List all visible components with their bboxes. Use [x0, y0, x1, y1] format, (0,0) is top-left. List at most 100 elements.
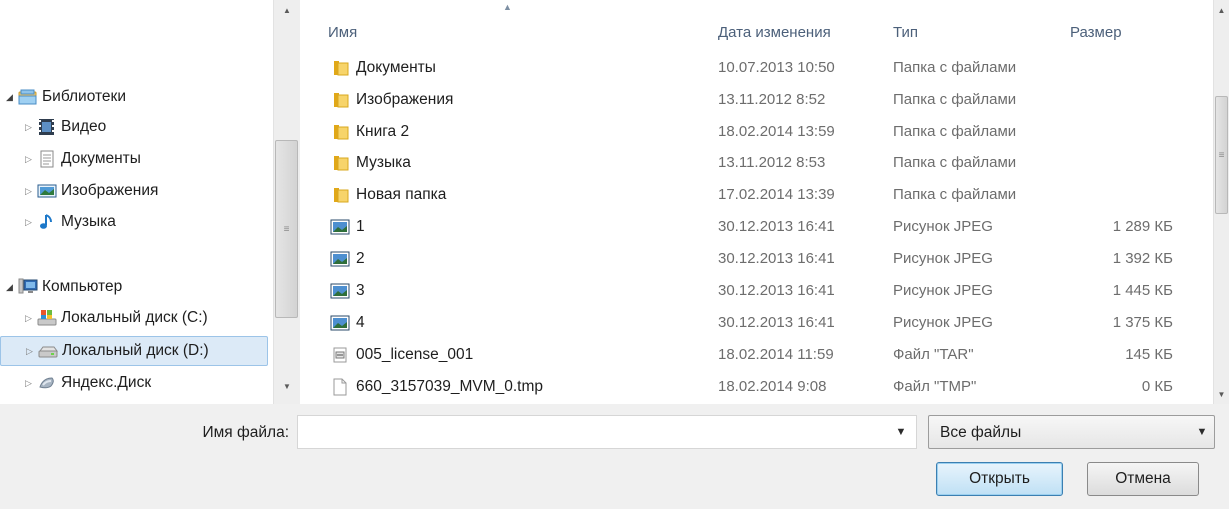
filename-input[interactable]	[302, 420, 882, 444]
file-row[interactable]: Новая папка 17.02.2014 13:39 Папка с файла…	[300, 179, 1213, 211]
file-date: 10.07.2013 10:50	[718, 59, 835, 76]
file-name: Изображения	[356, 91, 454, 108]
column-header-type[interactable]: Тип	[893, 24, 918, 41]
file-list: ▲ Имя Дата изменения Тип Размер Документ…	[300, 0, 1213, 404]
file-name-cell: Книга 2	[330, 123, 409, 141]
nav-item[interactable]: ◢ Компьютер	[3, 272, 122, 302]
file-name-cell: 1	[330, 218, 365, 236]
file-row[interactable]: 4 30.12.2013 16:41 Рисунок JPEG 1 375 КБ	[300, 307, 1213, 339]
filename-dropdown-arrow-icon[interactable]: ▼	[886, 416, 916, 448]
image-file-icon	[330, 218, 350, 236]
file-name: 4	[356, 314, 365, 331]
column-header-size[interactable]: Размер	[1070, 24, 1122, 41]
file-type-filter-select[interactable]: Все файлы ▼	[928, 415, 1215, 449]
file-type: Папка с файлами	[893, 154, 1017, 171]
navigation-pane: ◢ Библиотеки ▷ Видео ▷ Документы ▷ Изображения ▷…	[0, 0, 273, 404]
file-type: Папка с файлами	[893, 123, 1017, 140]
file-row[interactable]: Документы 10.07.2013 10:50 Папка с файлами	[300, 52, 1213, 84]
scroll-up-arrow-icon[interactable]: ▲	[274, 0, 300, 20]
file-name: 005_license_001	[356, 346, 474, 363]
file-size: 1 445 КБ	[1112, 282, 1173, 299]
file-row[interactable]: 3 30.12.2013 16:41 Рисунок JPEG 1 445 КБ	[300, 275, 1213, 307]
file-type-filter-value: Все файлы	[940, 424, 1022, 441]
system-drive-icon	[37, 309, 57, 327]
file-list-scrollbar-thumb[interactable]: ≡	[1215, 96, 1228, 214]
filter-dropdown-arrow-icon[interactable]: ▼	[1190, 416, 1214, 448]
folder-icon	[330, 123, 350, 141]
archive-file-icon	[330, 346, 350, 364]
navigation-scrollbar[interactable]: ▲ ≡ ▼	[273, 0, 300, 404]
nav-item-label: Музыка	[61, 213, 116, 230]
expanded-arrow-icon[interactable]: ◢	[3, 92, 16, 103]
nav-item[interactable]: ◢ Библиотеки	[3, 82, 126, 112]
collapsed-arrow-icon[interactable]: ▷	[22, 186, 35, 197]
file-type: Рисунок JPEG	[893, 282, 993, 299]
column-header-date[interactable]: Дата изменения	[718, 24, 831, 41]
filename-combobox[interactable]: ▼	[297, 415, 917, 449]
file-name-cell: 2	[330, 250, 365, 268]
file-row[interactable]: 2 30.12.2013 16:41 Рисунок JPEG 1 392 КБ	[300, 243, 1213, 275]
file-name-cell: 660_3157039_MVM_0.tmp	[330, 378, 543, 396]
file-name-cell: Изображения	[330, 91, 453, 109]
nav-item-label: Изображения	[61, 182, 159, 199]
open-button[interactable]: Открыть	[936, 462, 1063, 496]
file-date: 18.02.2014 11:59	[718, 346, 834, 363]
navigation-scrollbar-thumb[interactable]: ≡	[275, 140, 298, 318]
libraries-icon	[18, 88, 38, 106]
pictures-library-icon	[37, 182, 57, 200]
file-row[interactable]: 1 30.12.2013 16:41 Рисунок JPEG 1 289 КБ	[300, 211, 1213, 243]
file-date: 30.12.2013 16:41	[718, 218, 835, 235]
scroll-down-arrow-icon[interactable]: ▼	[1214, 384, 1229, 404]
collapsed-arrow-icon[interactable]: ▷	[22, 378, 35, 389]
file-type: Рисунок JPEG	[893, 314, 993, 331]
file-name: Книга 2	[356, 123, 410, 140]
expanded-arrow-icon[interactable]: ◢	[3, 282, 16, 293]
nav-item[interactable]: ▷ Документы	[22, 144, 141, 174]
image-file-icon	[330, 250, 350, 268]
file-date: 30.12.2013 16:41	[718, 250, 835, 267]
folder-icon	[330, 91, 350, 109]
file-size: 0 КБ	[1141, 378, 1173, 395]
computer-icon	[18, 278, 38, 296]
collapsed-arrow-icon[interactable]: ▷	[22, 122, 35, 133]
nav-item-label: Документы	[61, 150, 141, 167]
collapsed-arrow-icon[interactable]: ▷	[22, 313, 35, 324]
file-list-scrollbar[interactable]: ▲ ≡ ▼	[1213, 0, 1229, 404]
file-name: 2	[356, 250, 365, 267]
collapsed-arrow-icon[interactable]: ▷	[22, 154, 35, 165]
cancel-button[interactable]: Отмена	[1087, 462, 1199, 496]
drive-icon	[38, 342, 58, 360]
file-row[interactable]: 005_license_001 18.02.2014 11:59 Файл "TAR…	[300, 339, 1213, 371]
file-date: 17.02.2014 13:39	[718, 186, 835, 203]
collapsed-arrow-icon[interactable]: ▷	[23, 346, 36, 357]
video-library-icon	[37, 118, 57, 136]
file-type: Папка с файлами	[893, 91, 1017, 108]
file-date: 18.02.2014 9:08	[718, 378, 827, 395]
file-size: 1 289 КБ	[1112, 218, 1173, 235]
nav-item[interactable]: ▷ Изображения	[22, 176, 158, 206]
nav-item[interactable]: ▷ Видео	[22, 112, 106, 142]
nav-item-label: Яндекс.Диск	[61, 374, 152, 391]
file-row[interactable]: Изображения 13.11.2012 8:52 Папка с файлам…	[300, 84, 1213, 116]
image-file-icon	[330, 282, 350, 300]
nav-item[interactable]: ▷ Яндекс.Диск	[22, 368, 151, 398]
scroll-up-arrow-icon[interactable]: ▲	[1214, 0, 1229, 20]
scroll-down-arrow-icon[interactable]: ▼	[274, 376, 300, 396]
collapsed-arrow-icon[interactable]: ▷	[22, 217, 35, 228]
file-type: Файл "TAR"	[893, 346, 974, 363]
documents-library-icon	[37, 150, 57, 168]
file-name: Документы	[356, 59, 436, 76]
nav-item-label: Локальный диск (D:)	[62, 342, 209, 359]
file-row[interactable]: Музыка 13.11.2012 8:53 Папка с файлами	[300, 147, 1213, 179]
file-row[interactable]: Книга 2 18.02.2014 13:59 Папка с файлами	[300, 116, 1213, 148]
file-name: Новая папка	[356, 186, 447, 203]
nav-item[interactable]: ▷ Музыка	[22, 207, 116, 237]
file-row[interactable]: 660_3157039_MVM_0.tmp 18.02.2014 9:08 Файл…	[300, 371, 1213, 403]
column-header-name[interactable]: Имя	[328, 24, 357, 41]
filename-label: Имя файла:	[202, 424, 290, 441]
nav-item[interactable]: ▷ Локальный диск (D:)	[0, 336, 268, 366]
file-name-cell: 3	[330, 282, 365, 300]
file-type: Файл "TMP"	[893, 378, 977, 395]
file-date: 13.11.2012 8:52	[718, 91, 826, 108]
nav-item[interactable]: ▷ Локальный диск (C:)	[22, 303, 208, 333]
